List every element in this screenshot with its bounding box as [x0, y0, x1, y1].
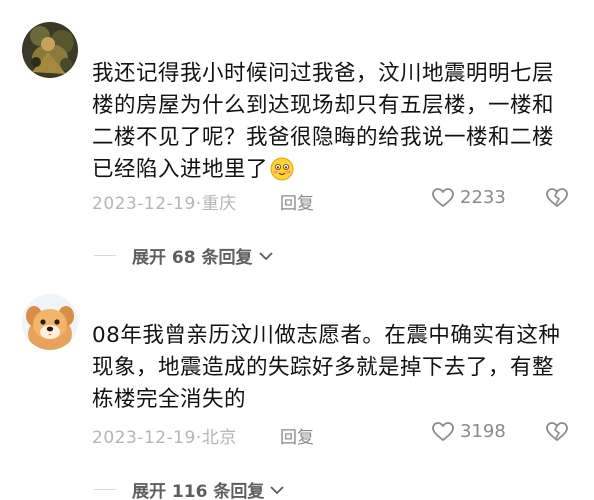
comment-meta: 2023-12-19·北京 回复 3198	[92, 421, 582, 449]
comment-text: 08年我曾亲历汶川做志愿者。在震中确实有这种现象，地震造成的失踪好多就是掉下去了…	[92, 320, 562, 416]
expand-divider	[94, 489, 116, 490]
expand-replies-label: 展开 116 条回复	[132, 482, 265, 500]
heart-icon	[432, 187, 454, 207]
heart-icon	[432, 421, 454, 441]
puppy-avatar-icon	[22, 294, 78, 350]
comment-meta: 2023-12-19·重庆 回复 2233	[92, 187, 582, 215]
expand-replies-button[interactable]: 展开 116 条回复	[94, 477, 284, 500]
broken-heart-icon	[546, 422, 568, 441]
like-count: 3198	[460, 421, 506, 442]
dislike-button[interactable]	[546, 187, 568, 214]
comment-text: 我还记得我小时候问过我爸，汶川地震明明七层楼的房屋为什么到达现场却只有五层楼，一…	[92, 58, 562, 191]
expand-replies-button[interactable]: 展开 68 条回复	[94, 243, 273, 268]
comment-text-content: 08年我曾亲历汶川做志愿者。在震中确实有这种现象，地震造成的失踪好多就是掉下去了…	[92, 323, 561, 412]
comment-text-content: 我还记得我小时候问过我爸，汶川地震明明七层楼的房屋为什么到达现场却只有五层楼，一…	[92, 61, 555, 182]
broken-heart-icon	[546, 188, 568, 207]
like-button[interactable]: 3198	[432, 421, 506, 442]
comment-date-location: 2023-12-19·重庆	[92, 194, 237, 214]
chevron-down-icon	[270, 485, 284, 494]
reply-button[interactable]: 回复	[280, 189, 314, 214]
chevron-down-icon	[258, 251, 273, 260]
expand-divider	[94, 255, 116, 256]
blushing-smile-emoji-icon	[270, 157, 294, 191]
dislike-button[interactable]	[546, 421, 568, 448]
camo-figure-avatar-icon	[22, 22, 78, 78]
avatar[interactable]	[22, 22, 78, 78]
avatar[interactable]	[22, 294, 78, 350]
expand-replies-label: 展开 68 条回复	[132, 248, 253, 268]
like-count: 2233	[460, 187, 506, 208]
comment-date-location: 2023-12-19·北京	[92, 428, 237, 448]
like-button[interactable]: 2233	[432, 187, 506, 208]
reply-button[interactable]: 回复	[280, 423, 314, 448]
